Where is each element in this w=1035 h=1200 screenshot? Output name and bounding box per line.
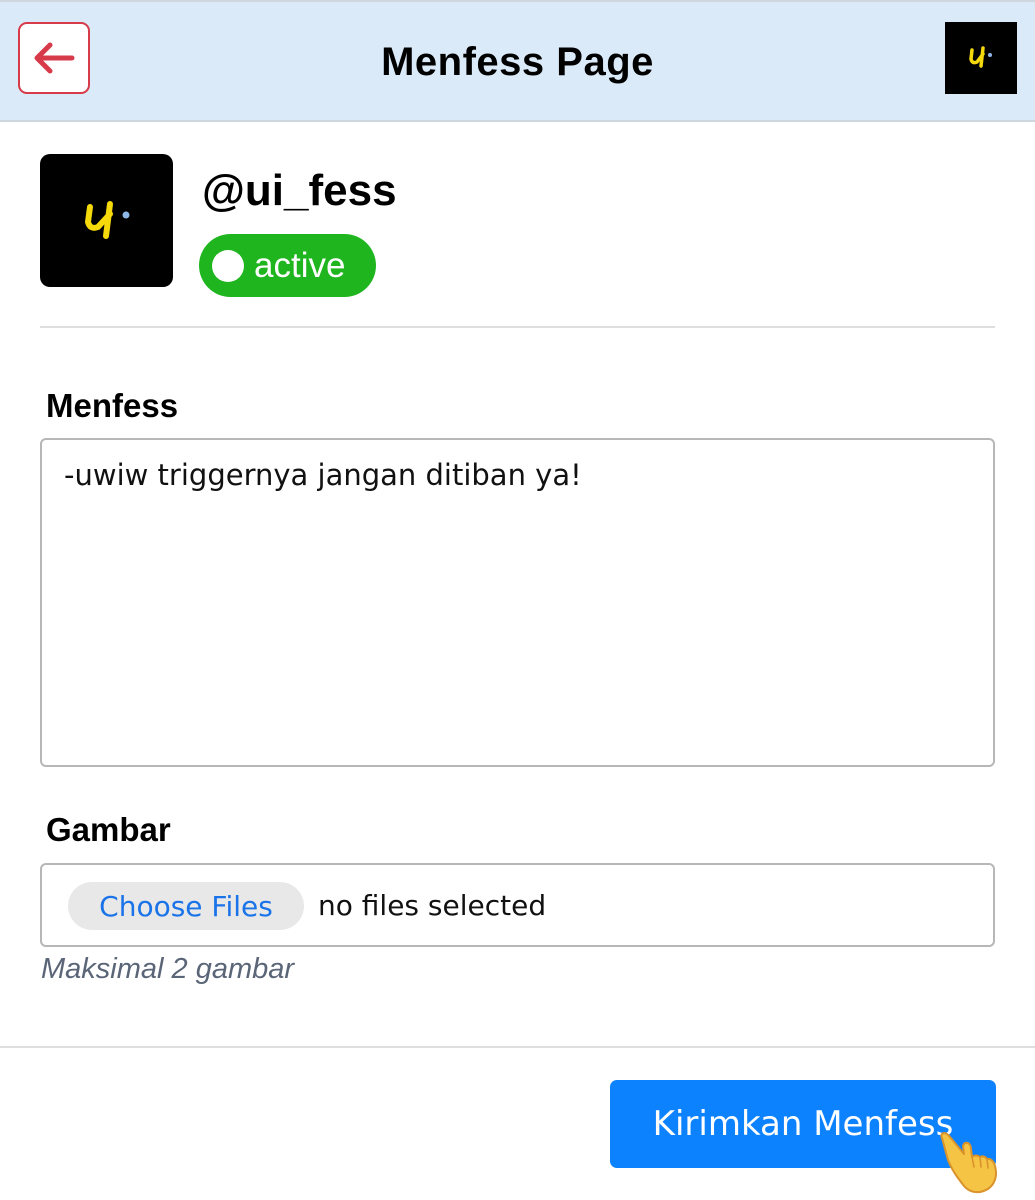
- upload-hint: Maksimal 2 gambar: [41, 953, 295, 985]
- gambar-label: Gambar: [46, 811, 171, 848]
- file-status-text: no files selected: [318, 889, 547, 922]
- status-dot-icon: [212, 249, 244, 282]
- divider: [0, 1046, 1035, 1048]
- page-title: Menfess Page: [381, 40, 654, 84]
- choose-files-button[interactable]: Choose Files: [68, 882, 304, 930]
- uifess-logo-icon: [969, 46, 992, 68]
- status-label: active: [254, 245, 346, 285]
- pointing-hand-icon: [940, 1132, 997, 1194]
- menfess-label: Menfess: [46, 387, 179, 424]
- avatar: [40, 154, 173, 287]
- file-input[interactable]: Choose Files no files selected: [40, 863, 995, 947]
- menfess-textarea[interactable]: -uwiw triggernya jangan ditiban ya!: [40, 438, 995, 767]
- top-bar: Menfess Page: [0, 0, 1035, 122]
- header-logo[interactable]: [945, 22, 1017, 94]
- uifess-logo-icon: [85, 201, 130, 239]
- account-handle: @ui_fess: [202, 166, 397, 215]
- divider: [40, 326, 995, 328]
- status-badge: active: [199, 234, 376, 297]
